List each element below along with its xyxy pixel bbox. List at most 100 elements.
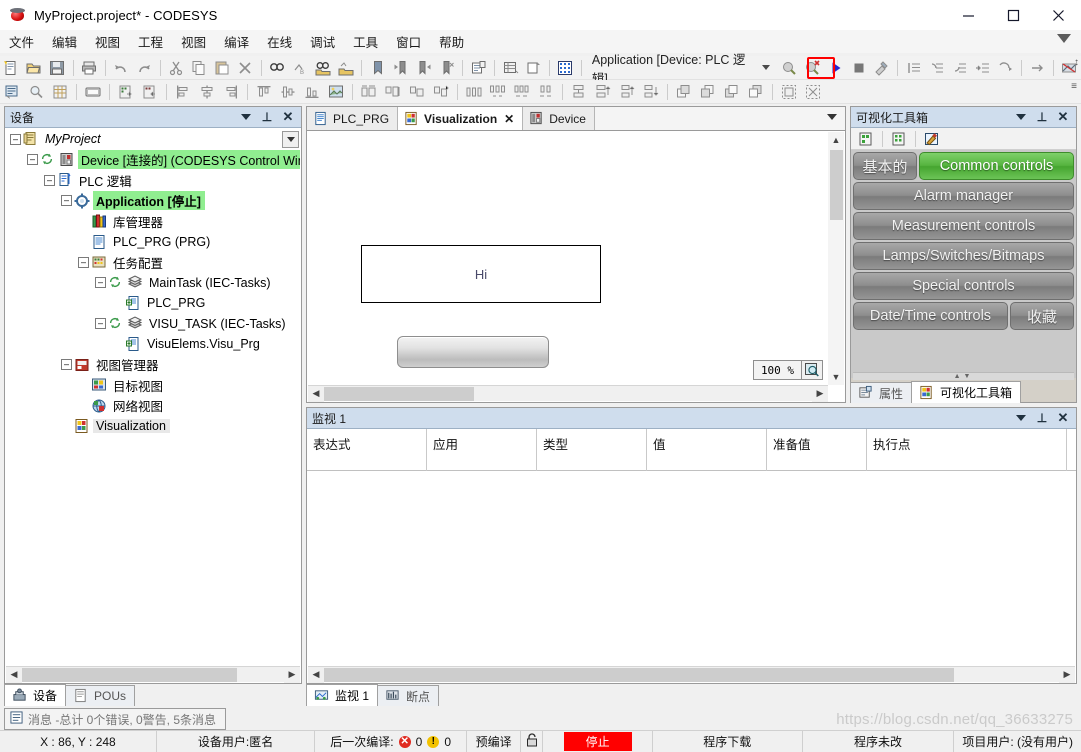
zoom-control[interactable]: 100 % [753,360,823,380]
select-all-icon[interactable] [778,81,800,103]
zoom-value[interactable]: 100 % [754,361,802,379]
stop-icon[interactable] [848,57,869,79]
toolbox-config-icon[interactable] [921,128,943,150]
bookmark-icon[interactable] [367,57,388,79]
close-icon[interactable]: ✕ [1055,109,1071,125]
redo-icon[interactable] [134,57,155,79]
scroll-right-arrow[interactable]: ▶ [284,666,300,683]
toolbox-list-icon[interactable] [855,128,877,150]
expander-collapse-icon[interactable]: – [95,318,106,330]
toolbox-category-4[interactable]: Lamps/Switches/Bitmaps [853,242,1074,270]
print-icon[interactable] [79,57,100,79]
scroll-left-arrow[interactable]: ◀ [308,666,324,683]
device-tree-hscrollbar[interactable]: ◀ ▶ [6,666,300,683]
expander-collapse-icon[interactable]: – [61,359,72,371]
close-button[interactable] [1036,0,1081,30]
align-bottom-icon[interactable] [301,81,323,103]
editor-tab-visualization[interactable]: Visualization ✕ [398,107,524,130]
toolbox-category-6[interactable]: Date/Time controls [853,302,1008,330]
menu-item-10[interactable]: 帮助 [430,29,473,54]
properties-icon[interactable] [468,57,489,79]
maximize-button[interactable] [991,0,1036,30]
chevron-down-icon[interactable] [762,65,771,70]
application-selector[interactable]: Application [Device: PLC 逻辑] [590,53,778,86]
next-bookmark-icon[interactable] [413,57,434,79]
expander-collapse-icon[interactable]: – [27,154,38,166]
toggle-breakpoint-icon[interactable] [1027,57,1048,79]
menu-item-4[interactable]: 视图 [172,29,215,54]
expander-collapse-icon[interactable]: – [61,195,72,207]
expander-collapse-icon[interactable]: – [10,133,21,145]
align-middle-icon[interactable] [277,81,299,103]
save-icon[interactable] [47,57,68,79]
align-center-icon[interactable] [196,81,218,103]
align-top-icon[interactable] [253,81,275,103]
toolbar-overflow-icon[interactable]: ≡ [1071,82,1077,92]
editor-hscrollbar[interactable]: ◀ ▶ [308,385,828,402]
background-icon[interactable] [325,81,347,103]
tree-node-9[interactable]: – VISU_TASK (IEC-Tasks) [6,314,300,335]
login-icon[interactable] [779,57,800,79]
tree-node-6[interactable]: – 任务配置 [6,252,300,273]
grid-icon[interactable] [555,57,576,79]
menu-item-8[interactable]: 工具 [344,29,387,54]
close-icon[interactable]: ✕ [504,112,514,126]
toolbox-category-3[interactable]: Measurement controls [853,212,1074,240]
import-icon[interactable] [115,81,137,103]
menu-item-9[interactable]: 窗口 [387,29,430,54]
pin-icon[interactable]: ⊥ [259,109,275,125]
reset-icon[interactable] [871,57,892,79]
copy-icon[interactable] [189,57,210,79]
toolbar-overflow-icon[interactable]: ↕ [1074,58,1079,68]
browse-icon[interactable] [25,81,47,103]
bring-to-front-icon[interactable] [721,81,743,103]
panel-tab-0[interactable]: 设备 [4,684,67,706]
watch-column-0[interactable]: 表达式 [307,429,427,471]
align-right-icon[interactable] [220,81,242,103]
watch-hscrollbar[interactable]: ◀ ▶ [308,666,1075,683]
tree-node-0[interactable]: – MyProject [6,129,300,150]
toolbox-category-0[interactable]: 基本的 [853,152,917,180]
order-front-icon[interactable] [616,81,638,103]
same-height-icon[interactable] [382,81,404,103]
ungroup-icon[interactable] [592,81,614,103]
pin-icon[interactable]: ⊥ [1034,109,1050,125]
toolbox-category-1[interactable]: Common controls [919,152,1074,180]
tree-node-8[interactable]: PLC_PRG [6,293,300,314]
menu-item-2[interactable]: 视图 [86,29,129,54]
replace-in-project-icon[interactable] [335,57,356,79]
panel-tab-1[interactable]: POUs [65,685,136,706]
device-table-icon[interactable] [500,57,521,79]
step-into-icon[interactable] [903,57,924,79]
space-horz-even-icon[interactable] [463,81,485,103]
order-back-icon[interactable] [640,81,662,103]
scroll-left-arrow[interactable]: ◀ [308,385,324,402]
watch-column-4[interactable]: 准备值 [767,429,867,471]
zoom-tool-icon[interactable] [802,361,822,379]
watch-column-1[interactable]: 应用 [427,429,537,471]
panel-tab-1[interactable]: 断点 [377,685,440,706]
export-icon[interactable] [139,81,161,103]
run-to-cursor-icon[interactable] [972,57,993,79]
group-icon[interactable] [568,81,590,103]
bring-forward-icon[interactable] [673,81,695,103]
cut-icon[interactable] [166,57,187,79]
chevron-down-icon[interactable] [238,109,254,125]
tree-node-11[interactable]: – 视图管理器 [6,355,300,376]
menu-item-5[interactable]: 编译 [215,29,258,54]
chevron-down-icon[interactable] [1013,410,1029,426]
keyboard-icon[interactable] [82,81,104,103]
tree-node-1[interactable]: – Device [连接的] (CODESYS Control Win V3 x6 [6,150,300,171]
watch-column-3[interactable]: 值 [647,429,767,471]
scroll-down-arrow[interactable]: ▼ [828,369,844,385]
toolbox-category-2[interactable]: Alarm manager [853,182,1074,210]
tree-node-10[interactable]: VisuElems.Visu_Prg [6,334,300,355]
tree-node-14[interactable]: Visualization [6,416,300,437]
prev-bookmark-icon[interactable] [390,57,411,79]
set-next-statement-icon[interactable] [995,57,1016,79]
same-size-icon[interactable] [406,81,428,103]
deselect-icon[interactable] [802,81,824,103]
close-icon[interactable]: ✕ [1055,410,1071,426]
open-folder-icon[interactable] [24,57,45,79]
new-window-icon[interactable] [523,57,544,79]
